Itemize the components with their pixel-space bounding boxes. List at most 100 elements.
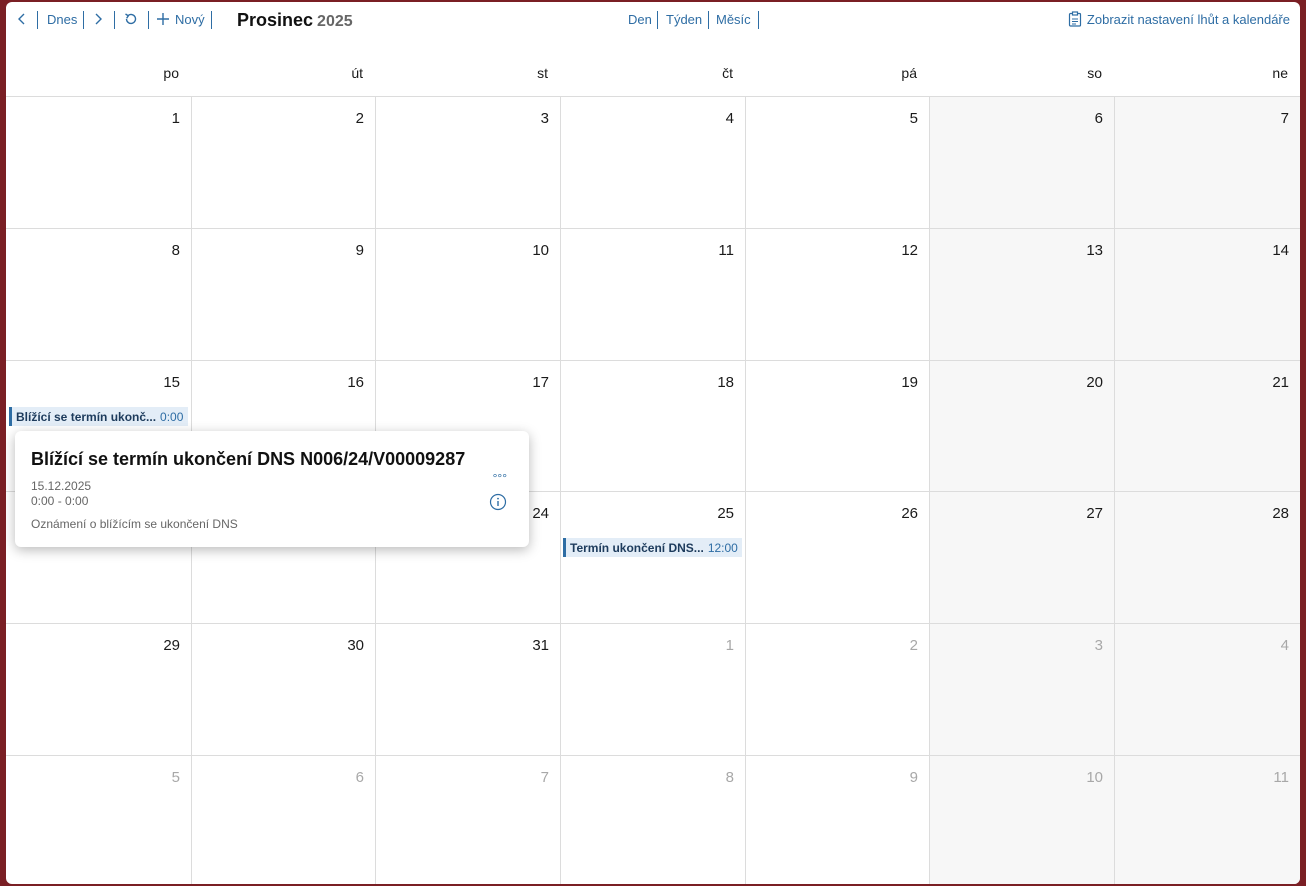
day-cell[interactable]: 30 [191, 623, 375, 755]
day-cell[interactable]: 12 [745, 228, 929, 360]
day-number: 25 [717, 505, 734, 522]
popup-date: 15.12.2025 [31, 479, 92, 493]
refresh-button[interactable] [123, 8, 139, 30]
month-name: Prosinec [237, 10, 314, 30]
day-number: 24 [532, 505, 549, 522]
day-cell[interactable]: 8 [6, 228, 191, 360]
day-cell[interactable]: 3 [375, 96, 560, 228]
day-number: 8 [171, 242, 180, 259]
day-cell[interactable]: 20 [929, 360, 1114, 491]
day-number: 6 [1094, 110, 1103, 127]
day-number: 10 [1086, 769, 1103, 786]
day-cell[interactable]: 27 [929, 491, 1114, 623]
day-cell[interactable]: 4 [1114, 623, 1300, 755]
day-cell[interactable]: 10 [929, 755, 1114, 884]
day-number: 10 [532, 242, 549, 259]
day-number: 7 [1280, 110, 1289, 127]
day-cell[interactable]: 14 [1114, 228, 1300, 360]
today-button[interactable]: Dnes [47, 8, 77, 30]
day-cell[interactable]: 26 [745, 491, 929, 623]
new-event-button[interactable]: Nový [156, 8, 205, 30]
day-cell[interactable]: 9 [191, 228, 375, 360]
weekday-header: ne [1272, 65, 1288, 81]
day-cell[interactable]: 3 [929, 623, 1114, 755]
day-cell[interactable]: 25 [560, 491, 745, 623]
day-cell[interactable]: 4 [560, 96, 745, 228]
day-number: 18 [717, 374, 734, 391]
toolbar-separator [37, 11, 38, 29]
day-cell[interactable]: 13 [929, 228, 1114, 360]
row-divider [6, 623, 1300, 624]
day-cell[interactable]: 2 [191, 96, 375, 228]
day-number: 2 [355, 110, 364, 127]
calendar-event[interactable]: Blížící se termín ukonč... 0:00 [9, 407, 188, 426]
day-cell[interactable]: 5 [6, 755, 191, 884]
weekday-header: so [1087, 65, 1102, 81]
day-cell[interactable]: 7 [1114, 96, 1300, 228]
day-number: 29 [163, 637, 180, 654]
day-cell[interactable]: 31 [375, 623, 560, 755]
weekday-header: čt [722, 65, 733, 81]
plus-icon [157, 13, 169, 25]
day-number: 17 [532, 374, 549, 391]
day-cell[interactable]: 9 [745, 755, 929, 884]
day-cell[interactable]: 1 [6, 96, 191, 228]
day-cell[interactable]: 19 [745, 360, 929, 491]
deadline-settings-button[interactable]: Zobrazit nastavení lhůt a kalendáře [1068, 8, 1290, 30]
calendar-toolbar: Dnes Nový Prosinec 2025 Den Týden Měsíc Z… [6, 2, 1300, 42]
row-divider [6, 228, 1300, 229]
day-number: 16 [347, 374, 364, 391]
chevron-left-icon [18, 13, 25, 25]
day-number: 4 [1280, 637, 1289, 654]
day-number: 12 [901, 242, 918, 259]
day-number: 9 [909, 769, 918, 786]
day-number: 8 [725, 769, 734, 786]
day-cell[interactable]: 10 [375, 228, 560, 360]
popup-title: Blížící se termín ukončení DNS N006/24/V… [31, 449, 466, 469]
day-number: 26 [901, 505, 918, 522]
day-cell[interactable]: 21 [1114, 360, 1300, 491]
day-number: 3 [1094, 637, 1103, 654]
day-cell[interactable]: 2 [745, 623, 929, 755]
popup-time: 0:00 - 0:00 [31, 494, 89, 508]
event-detail-popup: Blížící se termín ukončení DNS N006/24/V… [15, 431, 529, 547]
next-button[interactable] [92, 8, 104, 30]
day-cell[interactable]: 6 [191, 755, 375, 884]
day-cell[interactable]: 1 [560, 623, 745, 755]
new-event-label: Nový [175, 11, 205, 27]
day-cell[interactable]: 5 [745, 96, 929, 228]
day-cell[interactable]: 8 [560, 755, 745, 884]
chevron-right-icon [95, 13, 102, 25]
day-cell[interactable]: 28 [1114, 491, 1300, 623]
day-cell[interactable]: 11 [1114, 755, 1300, 884]
day-number: 1 [171, 110, 180, 127]
row-divider [6, 96, 1300, 97]
day-number: 19 [901, 374, 918, 391]
view-week-button[interactable]: Týden [666, 8, 702, 30]
day-number: 3 [540, 110, 549, 127]
day-number: 28 [1272, 505, 1289, 522]
day-cell[interactable]: 11 [560, 228, 745, 360]
event-time: 0:00 [160, 409, 184, 424]
toolbar-separator [211, 11, 212, 29]
toolbar-separator [148, 11, 149, 29]
day-cell[interactable]: 18 [560, 360, 745, 491]
clipboard-icon [1068, 11, 1082, 27]
view-day-button[interactable]: Den [628, 8, 652, 30]
calendar-event[interactable]: Termín ukončení DNS... 12:00 [563, 538, 742, 557]
info-button[interactable] [489, 493, 507, 516]
toolbar-separator [114, 11, 115, 29]
day-number: 21 [1272, 374, 1289, 391]
weekday-header: st [537, 65, 548, 81]
day-number: 6 [355, 769, 364, 786]
event-title: Termín ukončení DNS... [570, 540, 704, 555]
toolbar-separator [708, 11, 709, 29]
day-cell[interactable]: 29 [6, 623, 191, 755]
day-number: 11 [1273, 769, 1289, 786]
day-cell[interactable]: 6 [929, 96, 1114, 228]
day-number: 5 [909, 110, 918, 127]
day-cell[interactable]: 7 [375, 755, 560, 884]
view-month-button[interactable]: Měsíc [716, 8, 751, 30]
more-options-button[interactable]: °°° [493, 471, 507, 485]
prev-button[interactable] [16, 8, 28, 30]
